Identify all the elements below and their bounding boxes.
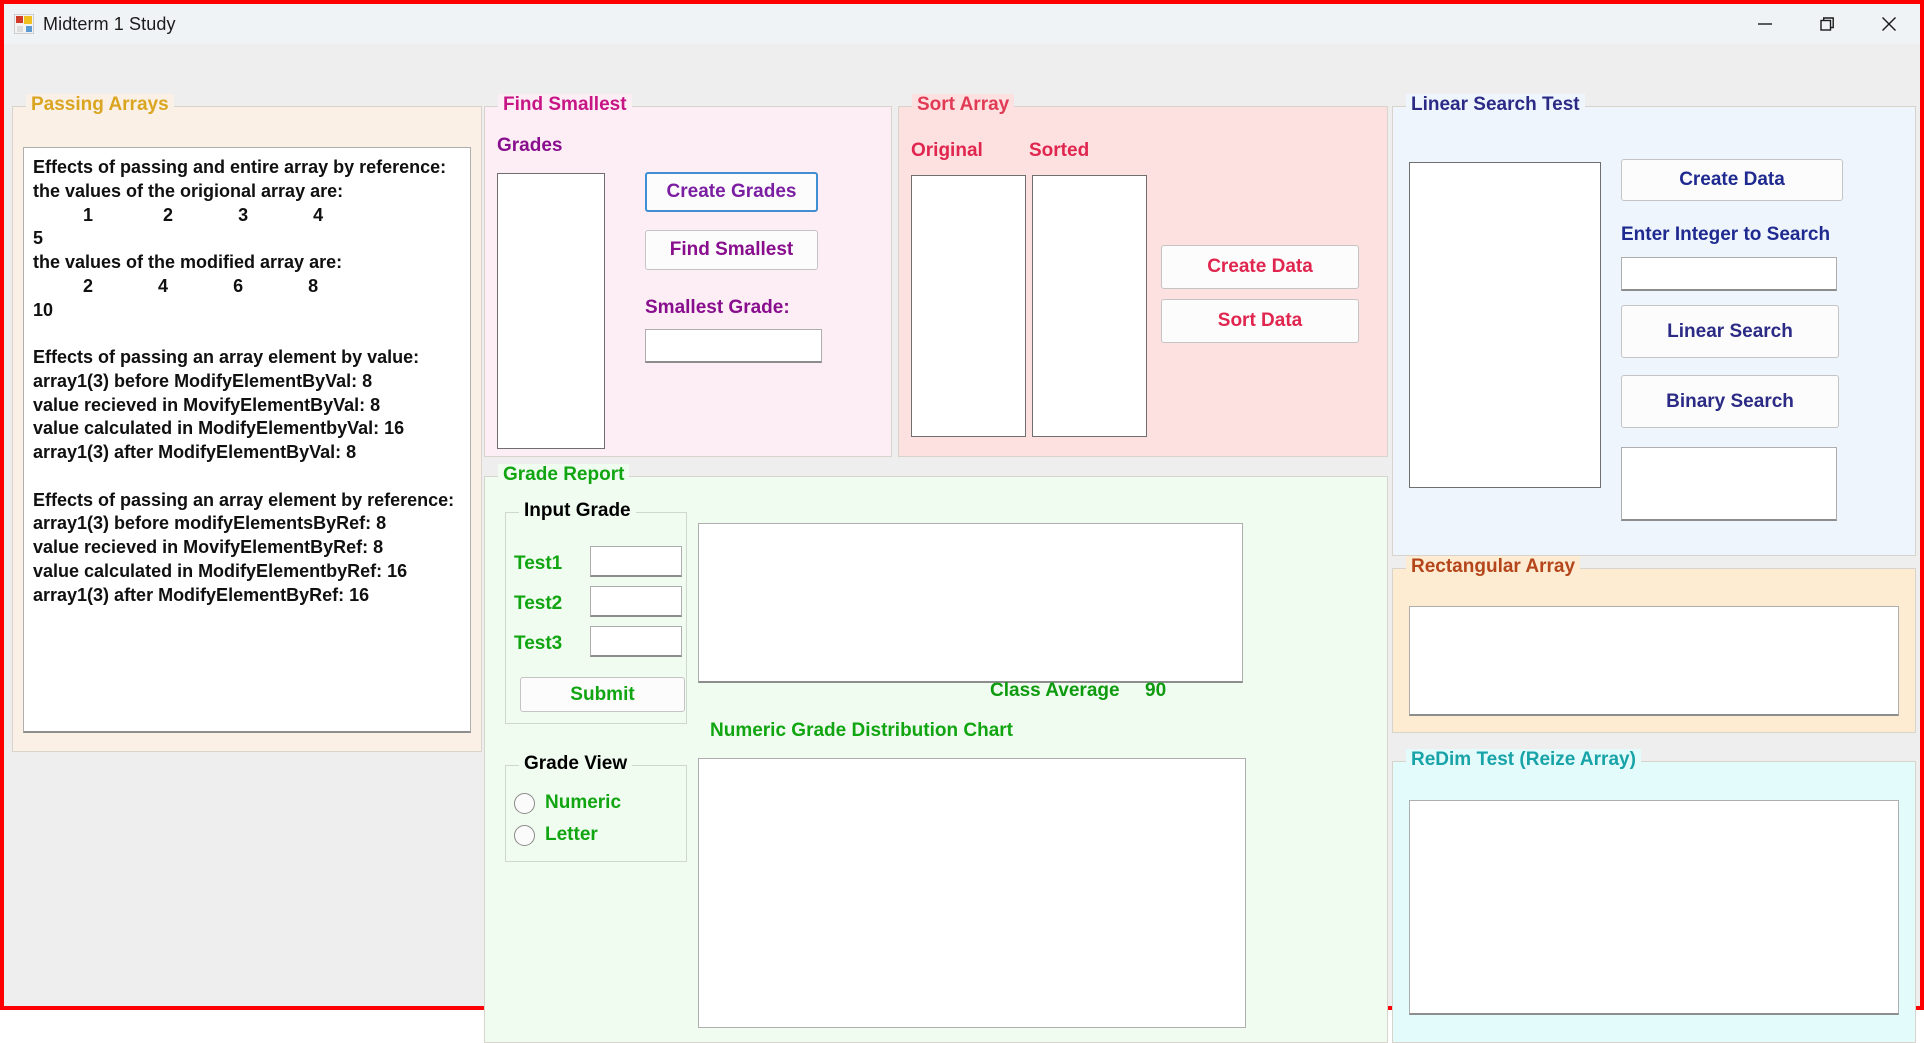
grade-report-group: Grade Report Input Grade Test1 Test2 Tes… — [484, 464, 1388, 1043]
enter-integer-label: Enter Integer to Search — [1621, 224, 1831, 245]
linear-search-button[interactable]: Linear Search — [1621, 305, 1839, 358]
grade-distribution-chart-label: Numeric Grade Distribution Chart — [710, 720, 1013, 741]
search-result-output — [1621, 447, 1837, 521]
grade-distribution-chart — [698, 758, 1246, 1028]
search-integer-input[interactable] — [1621, 257, 1837, 291]
binary-search-button[interactable]: Binary Search — [1621, 375, 1839, 428]
test3-input[interactable] — [590, 626, 682, 657]
redim-test-title: ReDim Test (Reize Array) — [1406, 749, 1641, 771]
close-icon[interactable] — [1858, 4, 1920, 44]
title-bar: Midterm 1 Study — [4, 4, 1920, 44]
restore-icon[interactable] — [1796, 4, 1858, 44]
grade-report-output — [698, 523, 1243, 683]
application-window: Midterm 1 Study Passing Arrays Effects o… — [0, 0, 1924, 1043]
passing-arrays-output: Effects of passing and entire array by r… — [23, 147, 471, 733]
passing-arrays-title: Passing Arrays — [26, 94, 174, 116]
rectangular-array-output — [1409, 606, 1899, 716]
find-smallest-group: Find Smallest Grades Create Grades Find … — [484, 94, 892, 457]
grade-view-title: Grade View — [519, 753, 633, 775]
grade-view-letter-radio[interactable]: Letter — [514, 824, 598, 846]
linear-search-test-title: Linear Search Test — [1406, 94, 1585, 116]
test1-input[interactable] — [590, 546, 682, 577]
sort-array-group: Sort Array Original Sorted Create Data S… — [898, 94, 1388, 457]
letter-label: Letter — [545, 824, 598, 845]
sorted-label: Sorted — [1029, 140, 1090, 161]
class-average-label: Class Average — [990, 680, 1120, 701]
grade-view-numeric-radio[interactable]: Numeric — [514, 792, 621, 814]
linear-search-test-group: Linear Search Test Create Data Enter Int… — [1392, 94, 1916, 556]
search-data-listbox[interactable] — [1409, 162, 1601, 488]
find-smallest-title: Find Smallest — [498, 94, 632, 116]
grades-label: Grades — [497, 135, 563, 156]
radio-circle-icon — [514, 792, 535, 814]
smallest-grade-label: Smallest Grade: — [645, 297, 790, 318]
sort-array-title: Sort Array — [912, 94, 1015, 116]
test2-label: Test2 — [514, 593, 563, 614]
redim-test-group: ReDim Test (Reize Array) — [1392, 749, 1916, 1043]
rectangular-array-group: Rectangular Array — [1392, 556, 1916, 733]
rectangular-array-title: Rectangular Array — [1406, 556, 1581, 578]
original-listbox[interactable] — [911, 175, 1026, 437]
test2-input[interactable] — [590, 586, 682, 617]
original-label: Original — [911, 140, 983, 161]
test1-label: Test1 — [514, 553, 563, 574]
find-smallest-button[interactable]: Find Smallest — [645, 230, 818, 270]
test3-label: Test3 — [514, 633, 563, 654]
numeric-label: Numeric — [545, 792, 622, 813]
grade-view-group: Grade View Numeric Letter — [505, 753, 687, 862]
form-client-area: Passing Arrays Effects of passing and en… — [4, 44, 1920, 1043]
redim-test-output — [1409, 800, 1899, 1015]
grades-listbox[interactable] — [497, 173, 605, 449]
create-data-button[interactable]: Create Data — [1161, 245, 1359, 289]
window-title: Midterm 1 Study — [43, 13, 176, 34]
smallest-grade-input[interactable] — [645, 329, 822, 363]
create-search-data-button[interactable]: Create Data — [1621, 159, 1843, 201]
sorted-listbox[interactable] — [1032, 175, 1147, 437]
passing-arrays-group: Passing Arrays Effects of passing and en… — [12, 94, 482, 752]
sort-data-button[interactable]: Sort Data — [1161, 299, 1359, 343]
create-grades-button[interactable]: Create Grades — [645, 172, 818, 212]
window-controls — [1734, 4, 1920, 44]
class-average-value: 90 — [1145, 680, 1167, 701]
minimize-icon[interactable] — [1734, 4, 1796, 44]
radio-circle-icon — [514, 824, 535, 846]
vb-form-icon — [14, 14, 34, 34]
input-grade-group: Input Grade Test1 Test2 Test3 Submit — [505, 500, 687, 724]
submit-button[interactable]: Submit — [520, 677, 685, 712]
grade-report-title: Grade Report — [498, 464, 630, 486]
input-grade-title: Input Grade — [519, 500, 636, 522]
